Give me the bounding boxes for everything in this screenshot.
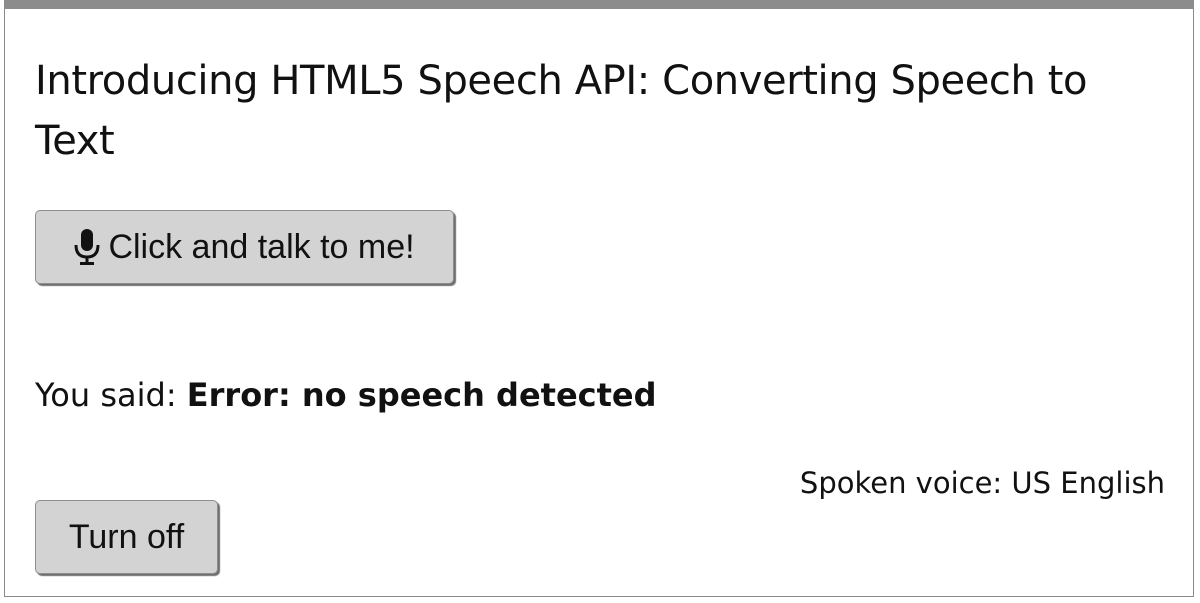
page-frame: Introducing HTML5 Speech API: Converting… (4, 0, 1194, 597)
transcript-result: Error: no speech detected (186, 376, 657, 414)
click-and-talk-label: Click and talk to me! (108, 227, 415, 266)
transcript-prefix: You said: (35, 376, 177, 414)
transcript-line: You said: Error: no speech detected (35, 373, 657, 417)
click-and-talk-button[interactable]: Click and talk to me! (35, 210, 454, 284)
page-title: Introducing HTML5 Speech API: Converting… (35, 58, 1088, 164)
spoken-voice-label: Spoken voice: US English (799, 466, 1165, 500)
turn-off-button[interactable]: Turn off (35, 500, 218, 574)
microphone-icon (74, 229, 100, 265)
turn-off-label: Turn off (68, 517, 185, 556)
